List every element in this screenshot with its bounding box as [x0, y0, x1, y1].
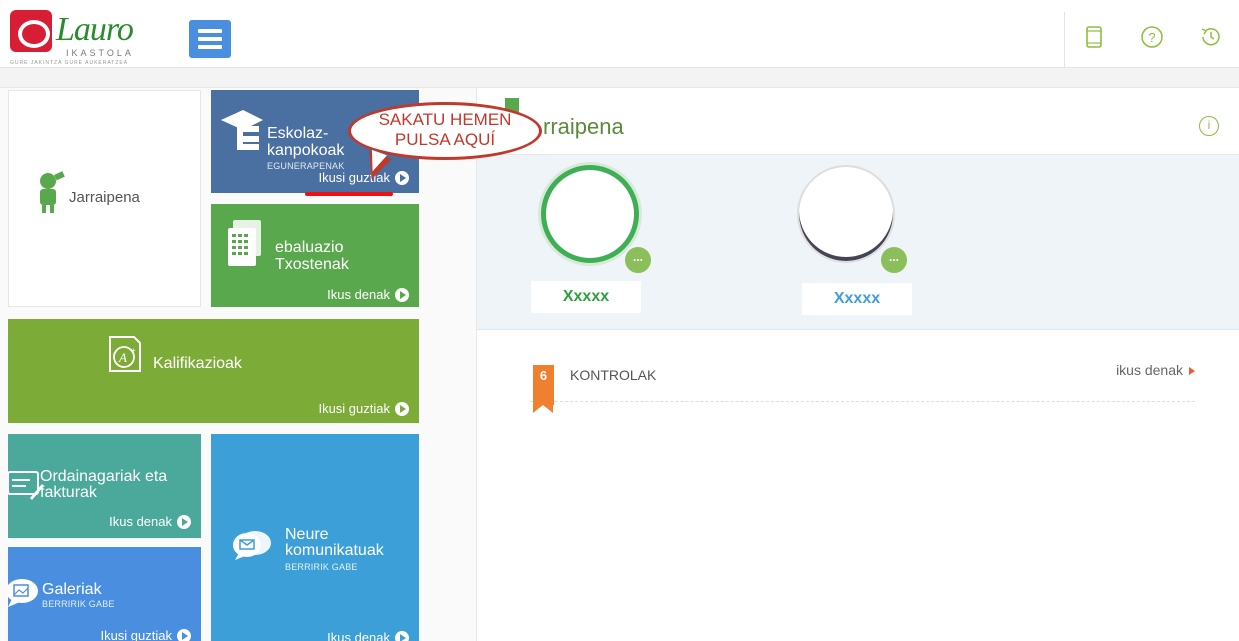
- right-pane: rraipena i Xxxxx Xxxxx 6 KONTROLAK ikus …: [476, 88, 1239, 641]
- gallery-icon: [8, 579, 38, 607]
- red-underline-annotation: [305, 192, 393, 196]
- tablet-icon[interactable]: [1081, 24, 1107, 50]
- link-text: Ikusi guztiak: [100, 628, 172, 641]
- sub-bar: [0, 68, 1239, 88]
- info-icon[interactable]: i: [1199, 116, 1219, 136]
- tile-jarraipena[interactable]: Jarraipena: [8, 90, 201, 307]
- tile-ebaluazio-txostenak[interactable]: ebaluazio Txostenak Ikus denak: [211, 204, 419, 307]
- play-icon: [395, 170, 409, 185]
- tile-ordainagariak[interactable]: Ordainagariak eta fakturak Ikus denak: [8, 434, 201, 538]
- tile-kalifikazioak[interactable]: A + Kalifikazioak Ikusi guztiak: [8, 319, 419, 423]
- tile-subtitle: BERRIRIK GABE: [42, 599, 115, 609]
- grade-icon: A +: [109, 336, 141, 372]
- callout-line2: PULSA AQUÍ: [394, 130, 496, 149]
- kontrolak-count-badge: 6: [533, 365, 554, 413]
- message-bubble-icon: [233, 531, 271, 560]
- tile-label: Jarraipena: [69, 189, 140, 206]
- tile-galeriak[interactable]: Galeriak BERRIRIK GABE Ikusi guztiak: [8, 547, 201, 641]
- header-separator: [1064, 12, 1065, 68]
- play-icon: [177, 514, 191, 529]
- link-text: Ikus denak: [327, 630, 390, 641]
- menu-bar: [198, 37, 222, 41]
- svg-text:?: ?: [1148, 30, 1155, 45]
- play-icon: [395, 287, 409, 302]
- tile-label-line1: Eskolaz-: [267, 125, 329, 142]
- logo-brand: Lauro: [56, 11, 134, 48]
- tile-label: Galeriak: [42, 581, 102, 598]
- svg-text:A: A: [118, 350, 127, 365]
- ikus-denak-link[interactable]: Ikus denak: [109, 514, 191, 529]
- menu-bar: [198, 45, 222, 49]
- kontrolak-title: KONTROLAK: [570, 367, 657, 383]
- svg-text:+: +: [131, 346, 136, 355]
- document-icon: [228, 220, 261, 266]
- tile-subtitle: BERRIRIK GABE: [285, 562, 358, 572]
- logo-sub: IKASTOLA: [66, 48, 134, 58]
- tile-label-line2: Txostenak: [275, 256, 349, 273]
- ikusi-guztiak-link[interactable]: Ikusi guztiak: [100, 628, 191, 641]
- student-avatar[interactable]: [797, 165, 895, 263]
- ikus-denak-link[interactable]: ikus denak: [1116, 362, 1195, 378]
- students-strip: Xxxxx Xxxxx: [477, 154, 1239, 330]
- hamburger-menu-button[interactable]: [189, 20, 231, 58]
- panel-header: rraipena i: [477, 88, 1239, 154]
- tile-label-line1: Neure: [285, 526, 329, 543]
- graduation-cap-icon: [221, 110, 263, 150]
- callout-text: SAKATU HEMEN PULSA AQUÍ: [348, 110, 542, 150]
- play-icon: [395, 630, 409, 641]
- top-header: Lauro IKASTOLA GURE JAKINTZA GURE AUKERA…: [0, 0, 1239, 68]
- student-icon: [40, 171, 65, 213]
- tile-label-line2: kanpokoak: [267, 142, 345, 159]
- student-avatar[interactable]: [541, 165, 639, 263]
- history-icon[interactable]: [1198, 24, 1224, 50]
- callout-annotation: SAKATU HEMEN PULSA AQUÍ: [348, 102, 542, 184]
- link-text: Ikusi guztiak: [318, 401, 390, 416]
- student-name: Xxxxx: [531, 281, 641, 313]
- tile-label: Kalifikazioak: [153, 355, 242, 372]
- ikus-denak-link[interactable]: Ikus denak: [327, 287, 409, 302]
- tile-label-line1: Ordainagariak eta: [40, 468, 168, 485]
- link-text: Ikus denak: [327, 287, 390, 302]
- play-icon: [395, 401, 409, 416]
- callout-line1: SAKATU HEMEN: [378, 110, 512, 129]
- chat-icon[interactable]: [879, 245, 909, 275]
- logo-tagline: GURE JAKINTZA GURE AUKERATZEA: [10, 60, 129, 66]
- menu-bar: [198, 29, 222, 33]
- student-name: Xxxxx: [802, 283, 912, 315]
- help-icon[interactable]: ?: [1139, 24, 1165, 50]
- tile-label-line2: fakturak: [40, 484, 97, 501]
- app-root: Lauro IKASTOLA GURE JAKINTZA GURE AUKERA…: [0, 0, 1239, 641]
- ikusi-guztiak-link[interactable]: Ikusi guztiak: [318, 401, 409, 416]
- kontrolak-section: 6 KONTROLAK ikus denak: [530, 362, 1195, 413]
- ikus-denak-link[interactable]: Ikus denak: [327, 630, 409, 641]
- panel-title: rraipena: [543, 114, 624, 139]
- link-text: Ikus denak: [109, 514, 172, 529]
- tile-label-line1: ebaluazio: [275, 239, 344, 256]
- play-icon: [177, 628, 191, 641]
- chat-icon[interactable]: [623, 245, 653, 275]
- lauro-logo[interactable]: Lauro IKASTOLA GURE JAKINTZA GURE AUKERA…: [10, 10, 150, 66]
- logo-mark: [10, 10, 52, 52]
- tile-label-line2: komunikatuak: [285, 542, 384, 559]
- tile-neure-komunikatuak[interactable]: Neure komunikatuak BERRIRIK GABE Ikus de…: [211, 434, 419, 641]
